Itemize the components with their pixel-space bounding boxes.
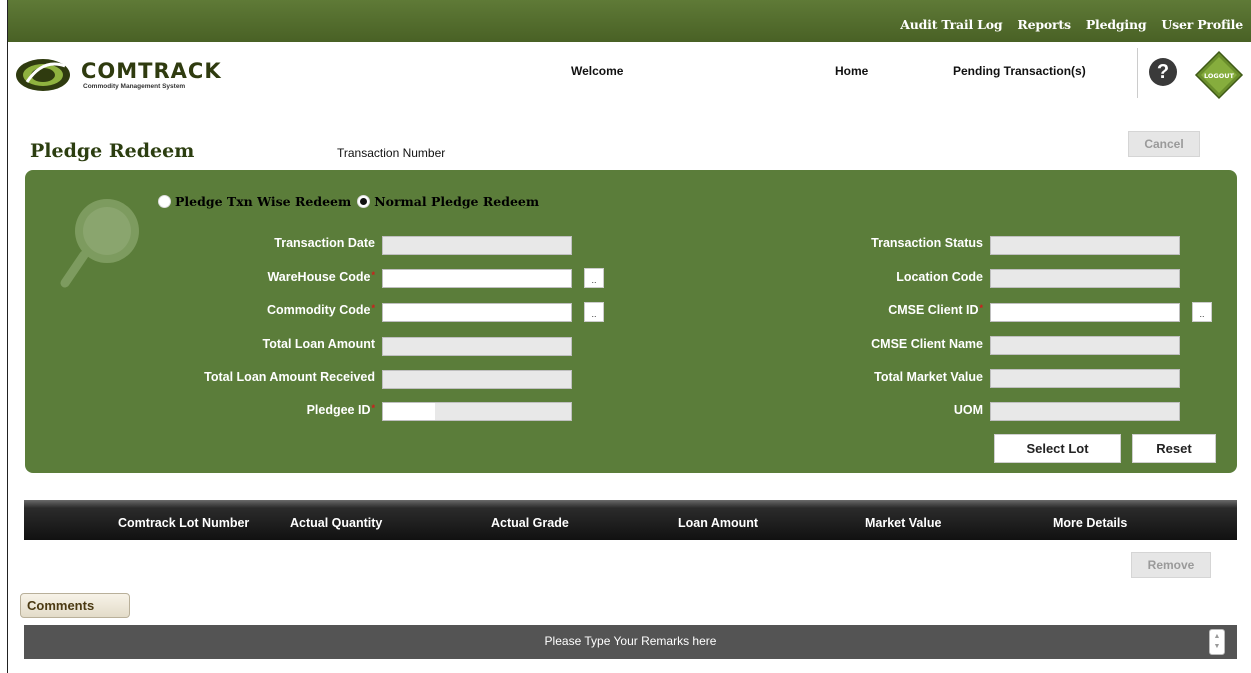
commodity-code-label: Commodity Code* (267, 303, 375, 317)
pledgee-id-fill (383, 403, 435, 420)
warehouse-lookup-button[interactable]: .. (584, 268, 604, 288)
top-nav-bar: Audit Trail Log Reports Pledging User Pr… (8, 0, 1251, 42)
remarks-placeholder: Please Type Your Remarks here (544, 634, 717, 648)
nav-pledging[interactable]: Pledging (1086, 17, 1147, 32)
total-loan-received-field[interactable] (382, 370, 572, 389)
logo-tagline: Commodity Management System (83, 83, 186, 90)
pledgee-id-label: Pledgee ID* (306, 403, 375, 417)
cmse-client-name-label: CMSE Client Name (871, 337, 983, 351)
home-link[interactable]: Home (835, 64, 868, 78)
page-title: Pledge Redeem (30, 140, 195, 162)
transaction-number-label: Transaction Number (337, 146, 446, 160)
pledgee-id-field[interactable] (382, 402, 572, 421)
cancel-button[interactable]: Cancel (1128, 131, 1200, 157)
total-loan-amount-field[interactable] (382, 337, 572, 356)
radio-pledge-txn-wise-label[interactable]: Pledge Txn Wise Redeem (175, 194, 351, 209)
commodity-lookup-button[interactable]: .. (584, 302, 604, 322)
remove-button[interactable]: Remove (1131, 552, 1211, 578)
col-actual-quantity: Actual Quantity (290, 516, 383, 530)
lot-table-header: Comtrack Lot Number Actual Quantity Actu… (24, 500, 1237, 540)
nav-audit-trail-log[interactable]: Audit Trail Log (900, 17, 1002, 32)
comments-button[interactable]: Comments (20, 593, 130, 618)
cmse-client-lookup-button[interactable]: .. (1192, 302, 1212, 322)
nav-reports[interactable]: Reports (1017, 17, 1071, 32)
welcome-label: Welcome (571, 64, 624, 78)
commodity-code-field[interactable] (382, 303, 572, 322)
transaction-date-field[interactable] (382, 236, 572, 255)
radio-normal-pledge-label[interactable]: Normal Pledge Redeem (374, 194, 539, 209)
uom-label: UOM (953, 403, 983, 417)
warehouse-code-label: WareHouse Code* (267, 270, 375, 284)
remarks-scroll-spinner[interactable]: ▲ ▼ (1209, 629, 1225, 655)
transaction-status-field[interactable] (990, 236, 1180, 255)
total-loan-amount-label: Total Loan Amount (262, 337, 375, 351)
logo-title: COMTRACK (81, 59, 222, 83)
select-lot-button[interactable]: Select Lot (994, 434, 1121, 463)
logout-button[interactable]: LOGOUT (1194, 50, 1244, 100)
col-comtrack-lot-number: Comtrack Lot Number (118, 516, 250, 530)
total-loan-received-label: Total Loan Amount Received (204, 370, 375, 384)
col-more-details: More Details (1053, 516, 1128, 530)
logo-swirl-icon (16, 59, 70, 91)
col-loan-amount: Loan Amount (678, 516, 759, 530)
radio-normal-pledge[interactable] (357, 195, 371, 208)
cmse-client-id-label: CMSE Client ID* (888, 303, 983, 317)
total-market-value-field[interactable] (990, 369, 1180, 388)
reset-button[interactable]: Reset (1132, 434, 1216, 463)
redeem-form-panel: Pledge Txn Wise Redeem Normal Pledge Red… (25, 170, 1237, 473)
redeem-mode-radio-group: Pledge Txn Wise Redeem Normal Pledge Red… (158, 194, 545, 209)
logout-label: LOGOUT (1204, 72, 1235, 80)
cmse-client-id-field[interactable] (990, 303, 1180, 322)
location-code-field[interactable] (990, 269, 1180, 288)
total-market-value-label: Total Market Value (874, 370, 983, 384)
help-icon[interactable]: ? (1149, 58, 1177, 86)
top-nav-links: Audit Trail Log Reports Pledging User Pr… (900, 17, 1243, 32)
comtrack-logo[interactable]: COMTRACK Commodity Management System (13, 54, 233, 94)
transaction-date-label: Transaction Date (274, 236, 375, 250)
header-divider (1137, 48, 1138, 98)
uom-field[interactable] (990, 402, 1180, 421)
nav-user-profile[interactable]: User Profile (1161, 17, 1243, 32)
location-code-label: Location Code (896, 270, 983, 284)
col-market-value: Market Value (865, 516, 942, 530)
cmse-client-name-field[interactable] (990, 336, 1180, 355)
header: COMTRACK Commodity Management System Wel… (8, 42, 1251, 110)
radio-pledge-txn-wise[interactable] (158, 195, 171, 208)
transaction-status-label: Transaction Status (871, 236, 983, 250)
warehouse-code-field[interactable] (382, 269, 572, 288)
col-actual-grade: Actual Grade (491, 516, 569, 530)
pending-transactions-link[interactable]: Pending Transaction(s) (953, 64, 1086, 78)
remarks-textarea[interactable]: Please Type Your Remarks here ▲ ▼ (24, 625, 1237, 659)
